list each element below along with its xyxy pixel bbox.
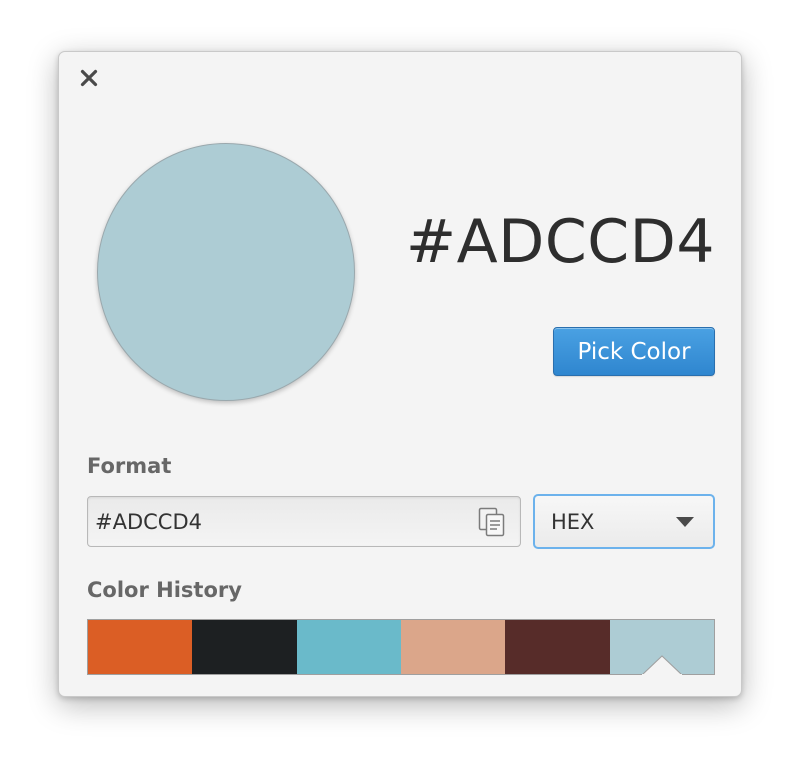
close-button[interactable]	[77, 66, 101, 90]
current-color-hex: #ADCCD4	[405, 207, 715, 277]
format-label: Format	[87, 454, 172, 478]
current-color-swatch	[97, 143, 355, 401]
copy-icon[interactable]	[476, 506, 508, 538]
color-history-label: Color History	[87, 578, 242, 602]
history-swatch[interactable]	[609, 620, 714, 675]
color-value-input[interactable]	[88, 497, 458, 546]
color-history-bar	[87, 619, 715, 675]
selected-indicator-icon	[641, 655, 682, 675]
format-dropdown[interactable]: HEX	[533, 494, 715, 549]
history-swatch[interactable]	[505, 620, 610, 674]
format-dropdown-value: HEX	[551, 510, 595, 534]
chevron-down-icon	[676, 517, 694, 527]
history-swatch[interactable]	[296, 620, 401, 674]
format-field	[87, 496, 521, 547]
history-swatch[interactable]	[400, 620, 506, 674]
color-picker-window: #ADCCD4 Pick Color Format HEX Color Hist…	[58, 51, 742, 697]
history-swatch[interactable]	[192, 620, 297, 674]
history-swatch[interactable]	[88, 620, 193, 674]
pick-color-button[interactable]: Pick Color	[553, 327, 715, 376]
close-icon	[80, 69, 98, 87]
